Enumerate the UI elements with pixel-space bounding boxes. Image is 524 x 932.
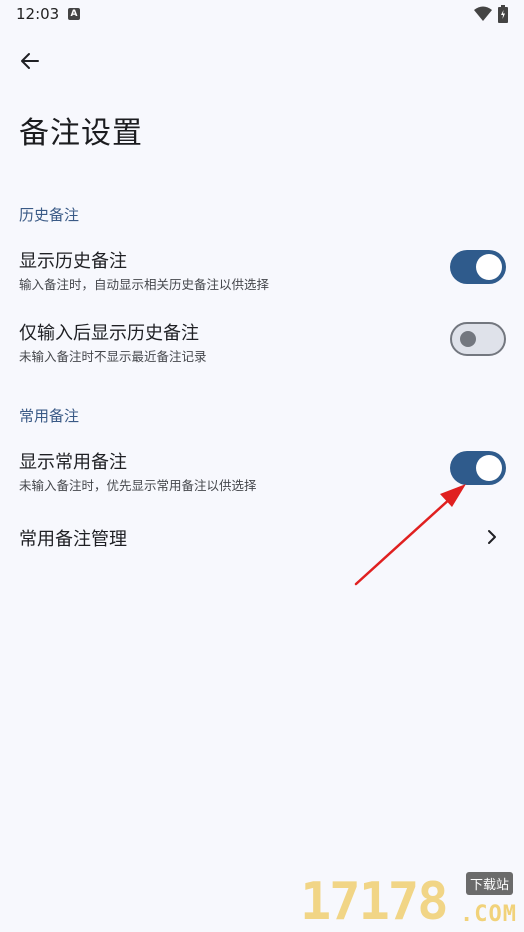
toggle-knob (476, 455, 502, 481)
setting-show-common-notes[interactable]: 显示常用备注 未输入备注时，优先显示常用备注以供选择 (0, 441, 524, 501)
watermark-tag: 下载站 (466, 872, 514, 895)
show-history-toggle[interactable] (450, 250, 506, 284)
watermark-logo: 17178 下载站 .COM (300, 868, 522, 932)
section-header-history: 历史备注 (19, 206, 80, 224)
arrow-back-icon (21, 53, 39, 69)
setting-subtitle: 未输入备注时不显示最近备注记录 (19, 349, 207, 364)
chevron-right-icon (488, 530, 496, 544)
status-bar: 12:03 A (0, 0, 524, 30)
watermark-domain: .COM (460, 902, 517, 927)
history-after-input-toggle[interactable] (450, 322, 506, 356)
setting-title: 仅输入后显示历史备注 (19, 323, 199, 344)
back-button[interactable] (14, 46, 48, 76)
setting-subtitle: 未输入备注时，优先显示常用备注以供选择 (19, 478, 257, 493)
watermark-digits: 17178 (300, 872, 449, 932)
setting-title: 常用备注管理 (19, 529, 127, 550)
toggle-knob (476, 254, 502, 280)
section-header-common: 常用备注 (19, 407, 80, 425)
keyboard-indicator-icon: A (68, 8, 80, 20)
page-title: 备注设置 (19, 116, 143, 151)
setting-history-after-input[interactable]: 仅输入后显示历史备注 未输入备注时不显示最近备注记录 (0, 312, 524, 372)
status-time: 12:03 (16, 5, 60, 23)
setting-title: 显示常用备注 (19, 452, 127, 473)
battery-icon (498, 5, 508, 23)
wifi-icon (474, 6, 492, 21)
setting-subtitle: 输入备注时，自动显示相关历史备注以供选择 (19, 277, 270, 292)
setting-common-notes-manage[interactable]: 常用备注管理 (0, 515, 524, 559)
setting-show-history-notes[interactable]: 显示历史备注 输入备注时，自动显示相关历史备注以供选择 (0, 240, 524, 300)
show-common-toggle[interactable] (450, 451, 506, 485)
setting-title: 显示历史备注 (19, 251, 127, 272)
toggle-knob (460, 331, 476, 347)
